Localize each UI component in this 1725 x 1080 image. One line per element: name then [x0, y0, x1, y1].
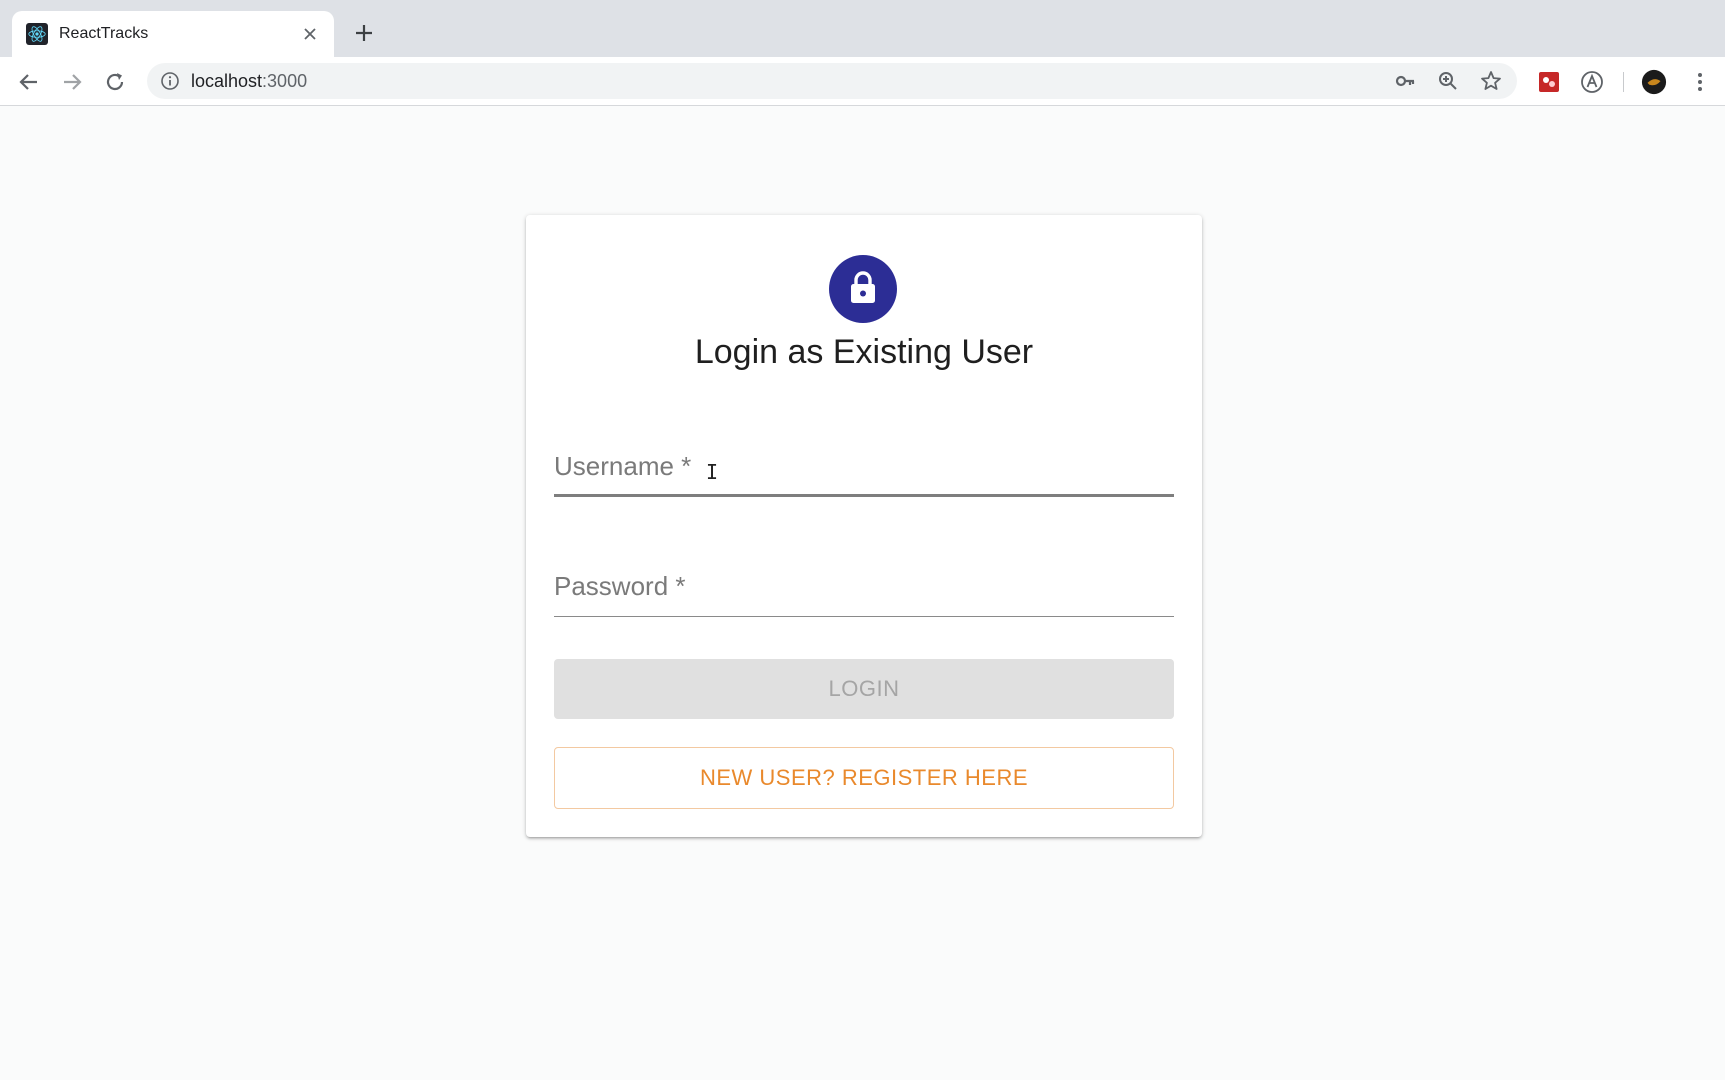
zoom-icon[interactable] [1436, 69, 1460, 93]
lock-avatar [829, 255, 897, 323]
tab-title: ReactTracks [59, 25, 149, 42]
close-icon[interactable] [300, 24, 320, 44]
a-circle-icon[interactable] [1579, 69, 1605, 95]
password-label: Password * [554, 571, 686, 601]
username-field[interactable]: Username * I [554, 437, 1174, 497]
login-button[interactable]: LOGIN [554, 659, 1174, 719]
url-port: :3000 [262, 70, 308, 91]
kebab-menu-icon[interactable] [1687, 69, 1713, 95]
register-button[interactable]: NEW USER? REGISTER HERE [554, 747, 1174, 809]
extension-icon[interactable] [1536, 69, 1562, 95]
lock-icon [848, 270, 878, 309]
key-icon[interactable] [1393, 69, 1417, 93]
toolbar-divider [1623, 72, 1624, 92]
browser-tab-bar: ReactTracks [0, 0, 1725, 57]
password-underline [554, 616, 1174, 617]
plus-icon[interactable] [352, 21, 376, 45]
arrow-right-icon[interactable] [59, 69, 85, 95]
browser-toolbar: localhost:3000 [0, 57, 1725, 106]
password-field[interactable]: Password * [554, 557, 1174, 617]
username-label: Username * [554, 451, 692, 481]
page-title: Login as Existing User [694, 333, 1034, 371]
arrow-left-icon[interactable] [16, 69, 42, 95]
react-logo-icon [26, 23, 48, 45]
star-icon[interactable] [1479, 69, 1503, 93]
url-host: localhost [191, 70, 263, 91]
username-underline [554, 494, 1174, 497]
info-icon[interactable] [159, 70, 181, 92]
browser-tab[interactable]: ReactTracks [12, 11, 334, 57]
text-cursor-icon: I [706, 460, 719, 484]
address-bar[interactable]: localhost:3000 [147, 63, 1517, 99]
login-card: Login as Existing User Username * I Pass… [526, 215, 1202, 837]
avatar[interactable] [1641, 69, 1667, 95]
reload-icon[interactable] [102, 69, 128, 95]
